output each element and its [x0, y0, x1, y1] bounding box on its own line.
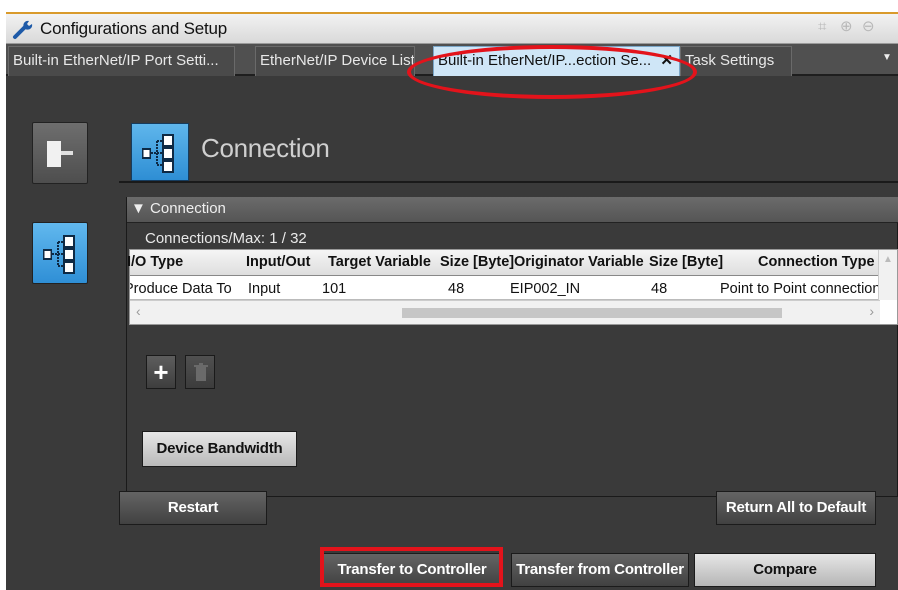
vertical-scrollbar[interactable]: ▲	[878, 250, 897, 300]
zoom-in-icon[interactable]: ⊕	[840, 19, 856, 35]
section-header[interactable]: ▼ Connection	[127, 197, 898, 223]
transfer-to-controller-button[interactable]: Transfer to Controller	[323, 553, 501, 587]
scroll-up-icon[interactable]: ▲	[883, 254, 893, 265]
column-header[interactable]: Connection Type	[758, 254, 875, 270]
port-icon	[47, 141, 73, 167]
tab-task-settings[interactable]: Task Settings	[680, 46, 792, 76]
column-header[interactable]: I/O Type	[127, 254, 183, 270]
delete-connection-button[interactable]	[185, 355, 215, 389]
pane-header: Connection	[119, 111, 898, 183]
connection-header-icon	[131, 123, 189, 181]
table-cell: 48	[448, 281, 465, 297]
page-title: Connection	[201, 133, 330, 163]
collapse-icon: ▼	[131, 200, 151, 217]
view-tools: ⌗ ⊕ ⊖	[818, 19, 878, 35]
nav-connection-button[interactable]	[32, 222, 88, 284]
table-cell: Input	[248, 281, 281, 297]
horizontal-scrollbar[interactable]: ‹ ›	[130, 300, 880, 324]
column-header[interactable]: Input/Out	[246, 254, 310, 270]
configurations-window: Configurations and Setup ⌗ ⊕ ⊖ Built-in …	[6, 12, 898, 590]
nav-port-settings-button[interactable]	[32, 122, 88, 184]
tab-label: Built-in EtherNet/IP Port Setti...	[13, 52, 219, 69]
window-titlebar: Configurations and Setup ⌗ ⊕ ⊖	[6, 14, 898, 44]
tab-list-dropdown-icon[interactable]: ▼	[882, 52, 892, 63]
trash-icon	[194, 363, 208, 381]
table-cell: 101	[322, 281, 347, 297]
scrollbar-thumb[interactable]	[402, 308, 782, 318]
section-label: Connection	[150, 200, 226, 217]
table-cell: 48	[651, 281, 668, 297]
tab-port-settings[interactable]: Built-in EtherNet/IP Port Setti...	[8, 46, 235, 76]
column-header[interactable]: Size [Byte]	[649, 254, 723, 270]
add-connection-button[interactable]: +	[146, 355, 176, 389]
wrench-icon	[13, 20, 33, 39]
table-row[interactable]: Produce Data To Input 101 48 EIP002_IN 4…	[130, 276, 880, 300]
compare-button[interactable]: Compare	[694, 553, 876, 587]
table-cell: EIP002_IN	[510, 281, 581, 297]
table-cell: Point to Point connection	[720, 281, 880, 297]
table-cell: Produce Data To	[130, 281, 232, 297]
tab-label: Built-in EtherNet/IP...ection Se...	[438, 52, 652, 69]
connection-pane: Connection ▼ Connection Connections/Max:…	[119, 111, 898, 515]
table-header: I/O Type Input/Out Target Variable Size …	[127, 250, 880, 276]
tab-device-list[interactable]: EtherNet/IP Device List	[255, 46, 415, 76]
restart-button[interactable]: Restart	[119, 491, 267, 525]
column-header[interactable]: Target Variable	[328, 254, 431, 270]
plus-icon: +	[153, 357, 169, 387]
scroll-right-icon[interactable]: ›	[869, 303, 874, 319]
window-title: Configurations and Setup	[40, 18, 228, 38]
device-bandwidth-button[interactable]: Device Bandwidth	[142, 431, 297, 467]
tab-label: Task Settings	[685, 52, 775, 69]
close-tab-icon[interactable]: ✕	[660, 47, 673, 75]
zoom-out-icon[interactable]: ⊖	[862, 19, 878, 35]
editor-tabs: Built-in EtherNet/IP Port Setti... Ether…	[6, 44, 898, 76]
tab-connection-settings[interactable]: Built-in EtherNet/IP...ection Se... ✕	[433, 46, 680, 76]
connections-count: Connections/Max: 1 / 32	[145, 230, 307, 247]
column-header[interactable]: Originator Variable	[514, 254, 644, 270]
connection-section: ▼ Connection Connections/Max: 1 / 32 I/O…	[126, 197, 898, 497]
connection-table: I/O Type Input/Out Target Variable Size …	[127, 249, 898, 325]
transfer-from-controller-button[interactable]: Transfer from Controller	[511, 553, 689, 587]
return-all-default-button[interactable]: Return All to Default	[716, 491, 876, 525]
column-header[interactable]: Size [Byte]	[440, 254, 514, 270]
fit-view-icon[interactable]: ⌗	[818, 19, 834, 35]
tab-label: EtherNet/IP Device List	[260, 52, 415, 69]
scroll-left-icon[interactable]: ‹	[136, 303, 141, 319]
connection-icon	[43, 235, 75, 274]
screenshot-frame: Configurations and Setup ⌗ ⊕ ⊖ Built-in …	[0, 0, 898, 590]
